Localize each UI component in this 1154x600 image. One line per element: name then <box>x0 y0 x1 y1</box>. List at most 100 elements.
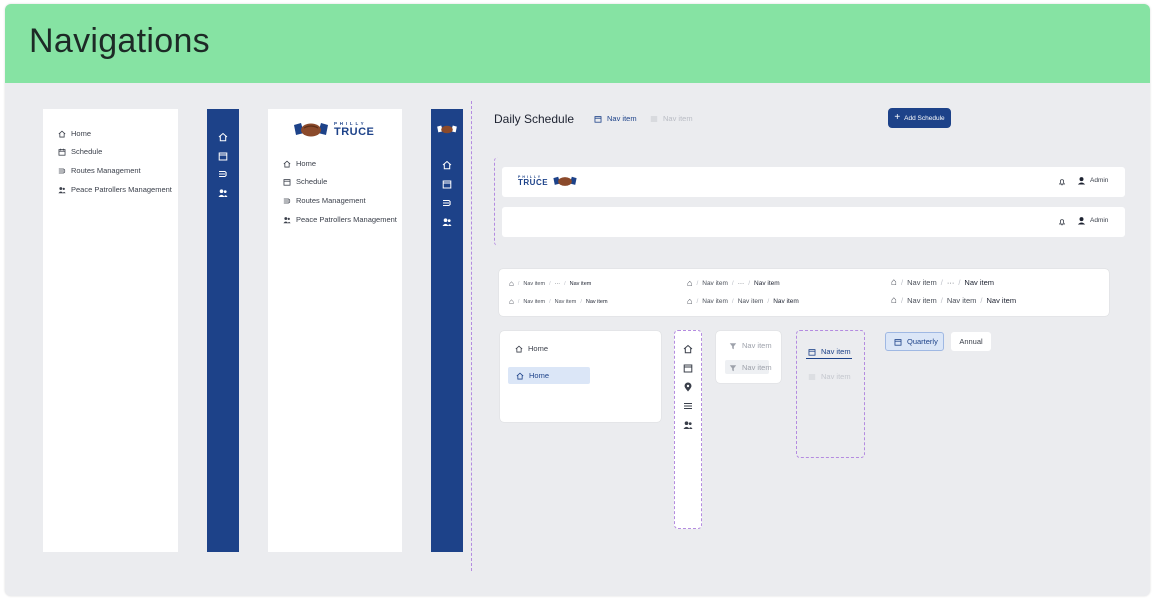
home-icon[interactable]: ⌂ <box>509 297 514 306</box>
segment-annual[interactable]: Annual <box>951 332 991 351</box>
breadcrumb-item[interactable]: Nav item <box>702 280 728 287</box>
home-icon[interactable]: ⌂ <box>891 295 897 306</box>
breadcrumb: ⌂ / Nav item / ··· / Nav item <box>891 277 995 288</box>
tab-nav-item-inactive[interactable]: Nav item <box>650 114 693 123</box>
bell-icon[interactable] <box>1058 178 1066 186</box>
user-menu[interactable]: Admin <box>1077 176 1108 185</box>
rail-item-patrollers[interactable] <box>683 417 693 429</box>
plus-icon: + <box>894 112 901 123</box>
sidebar-item-label: Home <box>71 129 92 138</box>
rail-item-routes[interactable] <box>218 166 228 177</box>
home-icon <box>442 160 452 170</box>
sidebar-item-label: Routes Management <box>71 166 141 175</box>
breadcrumb-item[interactable]: Nav item <box>702 298 728 305</box>
sidebar-expanded: Home Schedule Routes Management Peace Pa… <box>43 109 178 552</box>
sidebar-item-home[interactable]: Home <box>283 159 316 168</box>
routes-icon <box>283 198 291 203</box>
breadcrumb-item[interactable]: Nav item <box>523 299 545 305</box>
home-icon[interactable]: ⌂ <box>509 279 514 288</box>
calendar-icon <box>442 180 452 189</box>
filter-nav-item[interactable]: Nav item <box>729 341 772 350</box>
users-icon <box>58 186 66 193</box>
breadcrumb-item: Nav item <box>585 298 608 305</box>
location-pin-icon <box>684 382 692 392</box>
handshake-icon <box>437 125 457 134</box>
add-schedule-button[interactable]: + Add Schedule <box>888 108 951 128</box>
segment-quarterly[interactable]: Quarterly <box>885 332 944 351</box>
tab-nav-item-active[interactable]: Nav item <box>806 343 852 359</box>
breadcrumb-item: Nav item <box>754 279 780 287</box>
filter-icon <box>729 342 737 349</box>
calendar-icon <box>894 338 902 346</box>
filter-nav-item-hover[interactable]: Nav item <box>725 360 772 374</box>
sidebar-item-routes[interactable]: Routes Management <box>283 196 366 205</box>
routes-icon <box>58 168 66 173</box>
nav-item-home-default[interactable]: Home <box>515 344 548 353</box>
sidebar-item-schedule[interactable]: Schedule <box>58 147 102 156</box>
logo-big-text: TRUCE <box>518 178 549 188</box>
rail-item-schedule[interactable] <box>683 360 693 373</box>
users-icon <box>218 189 228 197</box>
bell-icon[interactable] <box>1058 218 1066 226</box>
home-icon[interactable]: ⌂ <box>687 278 692 288</box>
calendar-icon <box>58 148 66 156</box>
rail-item-location[interactable] <box>683 379 693 392</box>
calendar-icon <box>594 115 602 123</box>
filter-items-card: Nav item Nav item <box>716 331 781 383</box>
rail-item-routes[interactable] <box>442 195 452 206</box>
sidebar-item-patrollers[interactable]: Peace Patrollers Management <box>58 185 172 194</box>
home-icon <box>58 130 66 137</box>
nav-item-home-selected[interactable]: Home <box>508 367 590 384</box>
home-icon <box>218 132 228 142</box>
sidebar-item-label: Routes Management <box>296 196 366 205</box>
calendar-icon <box>218 152 228 161</box>
rail-item-patrollers[interactable] <box>442 214 452 226</box>
rail-item-home[interactable] <box>218 129 228 142</box>
home-icon <box>283 160 291 167</box>
handshake-icon <box>294 123 328 137</box>
sidebar-item-patrollers[interactable]: Peace Patrollers Management <box>283 215 397 224</box>
breadcrumb-item[interactable]: Nav item <box>523 281 545 287</box>
tab-nav-item-inactive[interactable]: Nav item <box>808 372 851 381</box>
breadcrumb-ellipsis[interactable]: ··· <box>555 281 561 287</box>
routes-icon <box>684 403 692 409</box>
rail-item-routes[interactable] <box>683 398 693 409</box>
rail-item-schedule[interactable] <box>218 148 228 161</box>
home-icon[interactable]: ⌂ <box>687 296 692 306</box>
breadcrumb-item: Nav item <box>773 297 799 305</box>
breadcrumb-ellipsis[interactable]: ··· <box>738 280 745 287</box>
tab-label: Nav item <box>607 114 637 123</box>
routes-icon <box>219 171 227 177</box>
rail-item-home[interactable] <box>442 157 452 170</box>
user-menu[interactable]: Admin <box>1077 216 1108 225</box>
home-icon <box>516 372 524 379</box>
avatar-icon <box>1077 177 1086 185</box>
breadcrumb-item[interactable]: Nav item <box>907 296 937 305</box>
sidebar-item-label: Peace Patrollers Management <box>71 185 172 194</box>
rail-item-schedule[interactable] <box>442 176 452 189</box>
group-guide <box>471 101 472 571</box>
rail-item-home[interactable] <box>683 341 693 354</box>
sidebar-item-label: Home <box>296 159 317 168</box>
users-icon <box>442 218 452 226</box>
sidebar-item-home[interactable]: Home <box>58 129 91 138</box>
breadcrumb: ⌂ / Nav item / ··· / Nav item <box>687 278 780 288</box>
sidebar-item-routes[interactable]: Routes Management <box>58 166 141 175</box>
sidebar-item-label: Peace Patrollers Management <box>296 215 397 224</box>
breadcrumb-item[interactable]: Nav item <box>907 278 937 287</box>
sidebar-item-schedule[interactable]: Schedule <box>283 177 327 186</box>
home-icon <box>683 344 693 354</box>
home-icon[interactable]: ⌂ <box>891 277 897 288</box>
breadcrumb-ellipsis[interactable]: ··· <box>947 278 955 287</box>
breadcrumb-item[interactable]: Nav item <box>738 298 764 305</box>
tab-nav-item-active[interactable]: Nav item <box>594 114 637 123</box>
segment-label: Quarterly <box>907 337 938 346</box>
filter-icon <box>729 364 737 371</box>
breadcrumb-item: Nav item <box>986 296 1017 305</box>
button-label: Add Schedule <box>904 114 945 122</box>
topbar-plain: Admin <box>502 207 1125 237</box>
breadcrumb-item[interactable]: Nav item <box>947 296 977 305</box>
breadcrumb-item: Nav item <box>964 278 995 287</box>
rail-item-patrollers[interactable] <box>218 185 228 197</box>
breadcrumb-item[interactable]: Nav item <box>555 299 577 305</box>
